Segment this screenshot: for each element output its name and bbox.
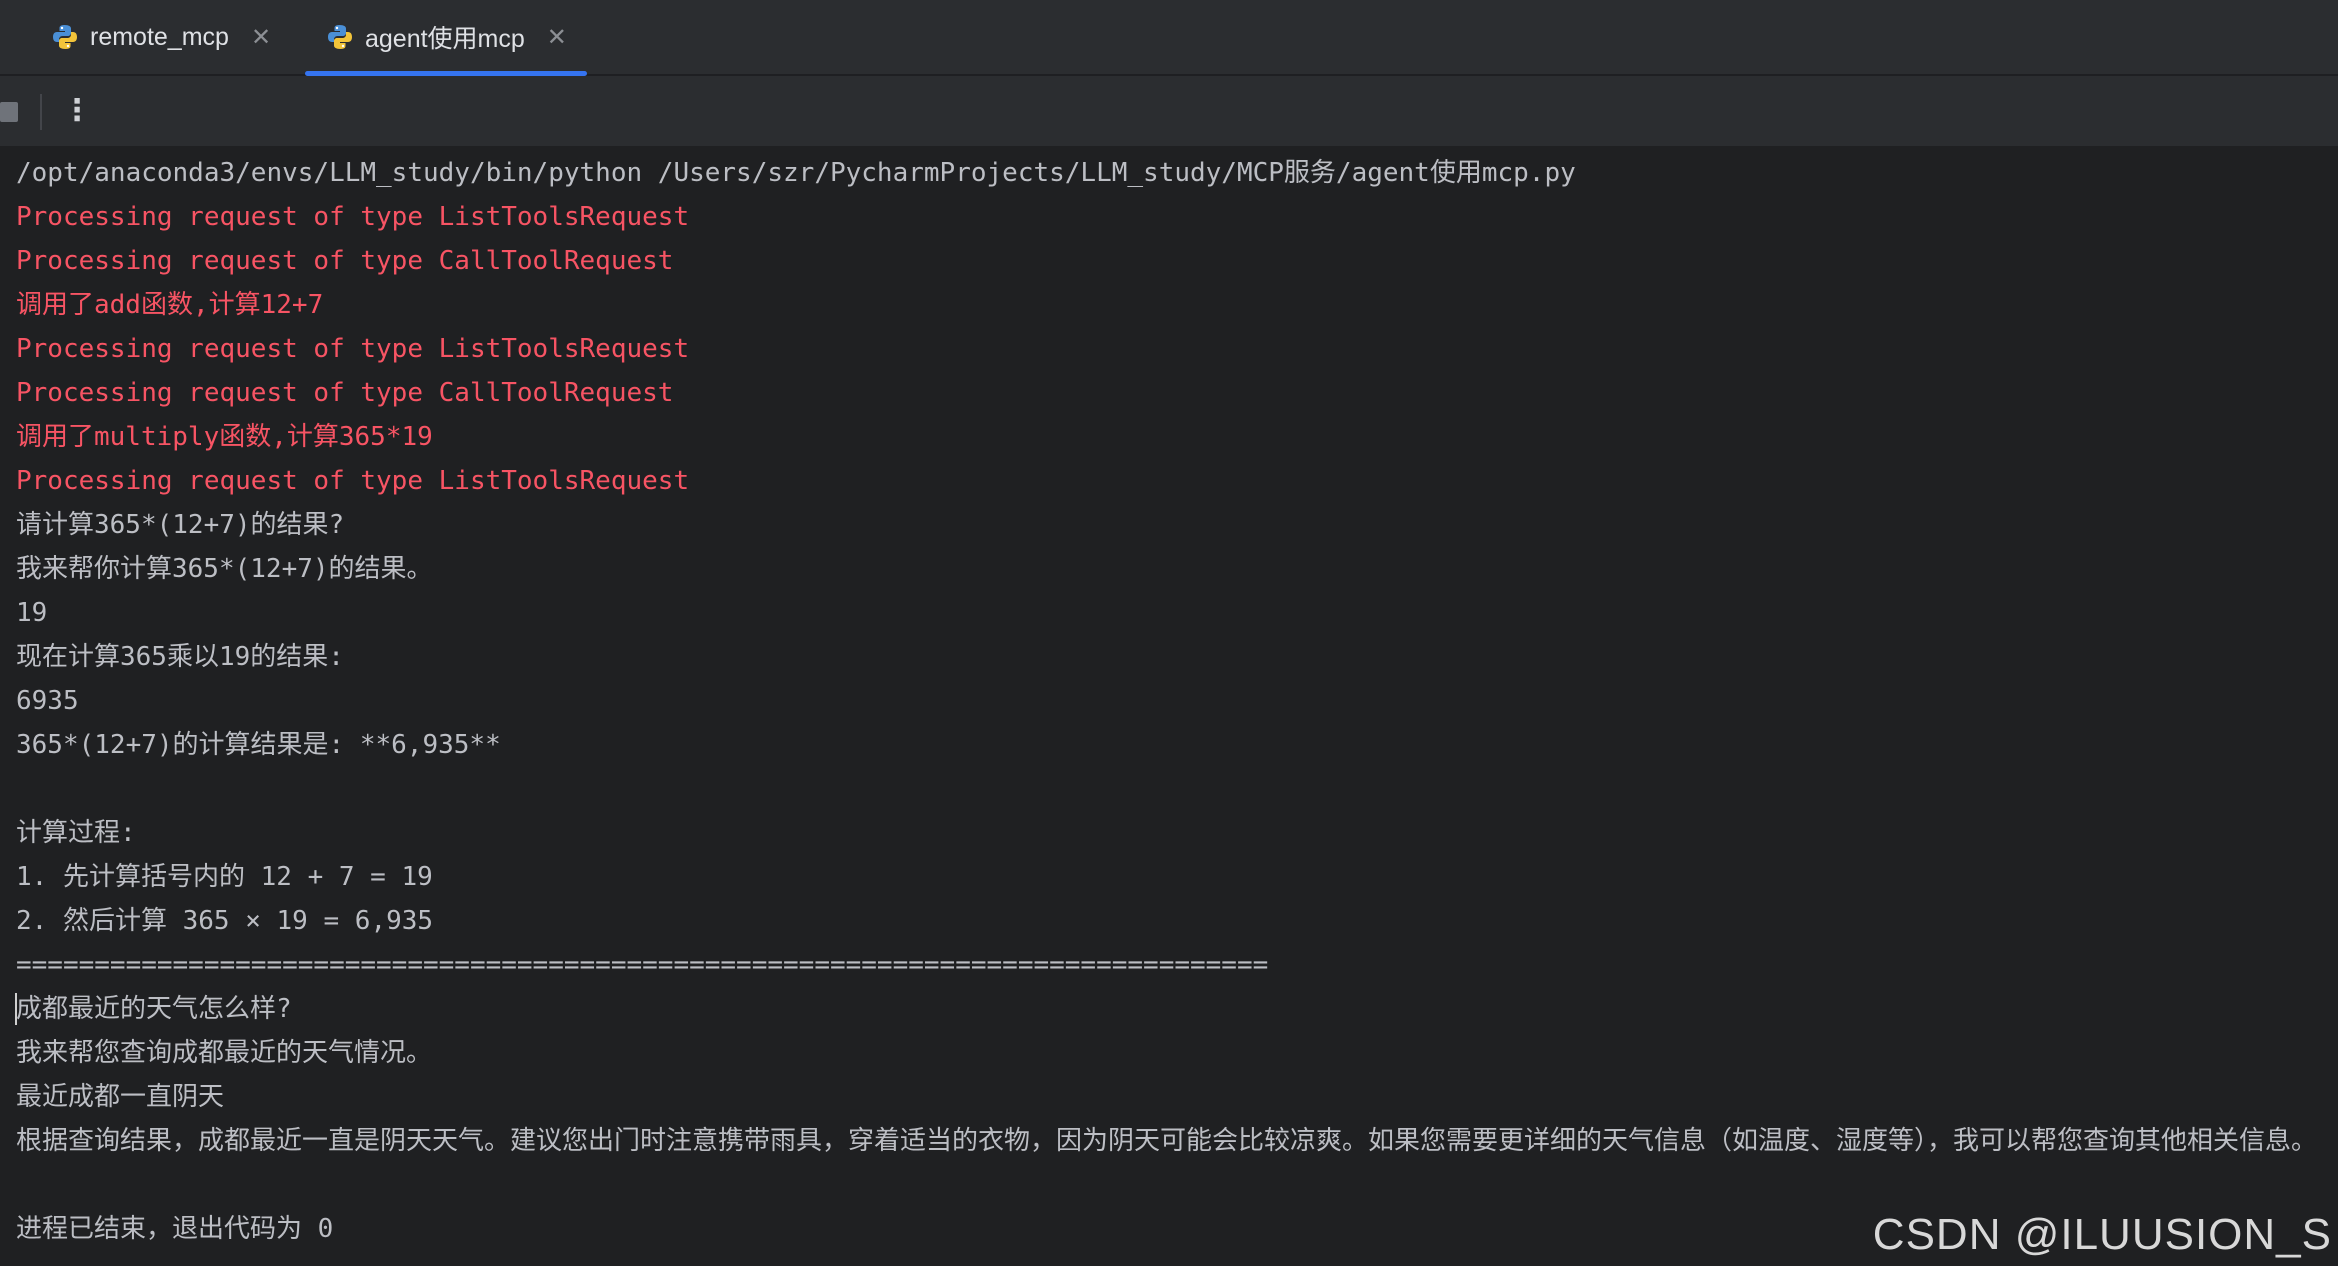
- watermark: CSDN @ILUUSION_S: [1872, 1210, 2332, 1259]
- stop-icon[interactable]: [0, 102, 18, 122]
- console-line: Processing request of type CallToolReque…: [16, 246, 674, 276]
- console-line: 6935: [16, 686, 79, 716]
- console-line: 1. 先计算括号内的 12 + 7 = 19: [16, 862, 433, 892]
- close-icon[interactable]: ✕: [251, 23, 271, 51]
- more-vertical-icon[interactable]: ⋮: [62, 90, 92, 132]
- console-line: 最近成都一直阴天: [16, 1082, 225, 1112]
- console-line: 进程已结束，退出代码为 0: [16, 1214, 334, 1244]
- close-icon[interactable]: ✕: [547, 23, 567, 51]
- console-line: /opt/anaconda3/envs/LLM_study/bin/python…: [16, 158, 1576, 188]
- console-line: ========================================…: [16, 950, 1269, 980]
- run-toolbar: ⋮: [0, 76, 2338, 146]
- run-console-output[interactable]: /opt/anaconda3/envs/LLM_study/bin/python…: [0, 146, 2338, 1266]
- console-line: 根据查询结果，成都最近一直是阴天天气。建议您出门时注意携带雨具，穿着适当的衣物，…: [16, 1126, 2318, 1156]
- console-line: 2. 然后计算 365 × 19 = 6,935: [16, 906, 434, 936]
- console-line: 计算过程:: [16, 818, 136, 848]
- console-line: 调用了multiply函数,计算365*19: [16, 422, 433, 452]
- console-line: 现在计算365乘以19的结果:: [16, 642, 344, 672]
- console-line: 365*(12+7)的计算结果是: **6,935**: [16, 730, 501, 760]
- toolbar-divider: [40, 94, 42, 130]
- console-line: 19: [16, 598, 48, 628]
- console-line: 我来帮你计算365*(12+7)的结果。: [16, 554, 433, 584]
- console-line: Processing request of type ListToolsRequ…: [16, 202, 690, 232]
- text-caret: [15, 993, 17, 1025]
- console-line: Processing request of type ListToolsRequ…: [16, 466, 690, 496]
- console-line: 请计算365*(12+7)的结果?: [16, 510, 345, 540]
- console-line: 调用了add函数,计算12+7: [16, 290, 324, 320]
- python-file-icon: [50, 22, 80, 52]
- tab-remote-mcp[interactable]: remote_mcp ✕: [50, 0, 271, 74]
- editor-tab-bar: remote_mcp ✕ agent使用mcp ✕: [0, 0, 2338, 76]
- python-file-icon: [325, 22, 355, 52]
- tab-label: remote_mcp: [90, 22, 229, 51]
- tab-label: agent使用mcp: [365, 25, 525, 53]
- console-line: 成都最近的天气怎么样?: [16, 994, 292, 1024]
- tab-agent-mcp[interactable]: agent使用mcp ✕: [305, 0, 587, 76]
- console-line: Processing request of type ListToolsRequ…: [16, 334, 690, 364]
- console-line: Processing request of type CallToolReque…: [16, 378, 674, 408]
- console-line: 我来帮您查询成都最近的天气情况。: [16, 1038, 433, 1068]
